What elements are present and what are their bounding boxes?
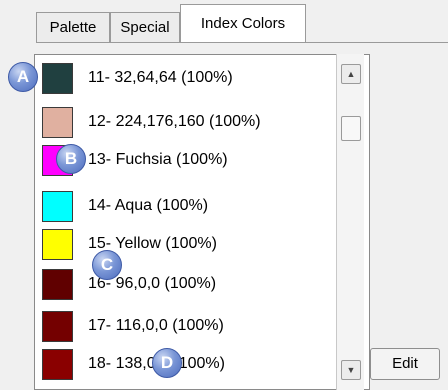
arrow-up-icon: ▲	[346, 69, 356, 79]
color-swatch	[42, 349, 73, 380]
tab-divider	[36, 42, 448, 43]
scroll-thumb[interactable]	[341, 116, 361, 141]
list-item[interactable]: 16- 96,0,0 (100%)	[40, 269, 340, 303]
edit-button[interactable]: Edit	[370, 348, 440, 380]
color-swatch	[42, 191, 73, 222]
color-swatch	[42, 269, 73, 300]
list-item-label: 11- 32,64,64 (100%)	[88, 69, 233, 86]
annotation-marker-a: A	[8, 62, 38, 92]
list-item-label: 17- 116,0,0 (100%)	[88, 317, 224, 334]
annotation-marker-b: B	[56, 144, 86, 174]
color-swatch	[42, 311, 73, 342]
list-item-label: 12- 224,176,160 (100%)	[88, 113, 261, 130]
list-item-label: 13- Fuchsia (100%)	[88, 151, 228, 168]
list-item-label: 14- Aqua (100%)	[88, 197, 209, 214]
annotation-marker-d: D	[152, 348, 182, 378]
list-item[interactable]: 12- 224,176,160 (100%)	[40, 107, 340, 141]
list-item[interactable]: 18- 138,0,0 (100%)	[40, 349, 340, 383]
color-swatch	[42, 63, 73, 94]
list-item[interactable]: 11- 32,64,64 (100%)	[40, 63, 340, 97]
index-color-list[interactable]: 11- 32,64,64 (100%) 12- 224,176,160 (100…	[34, 54, 370, 390]
list-item[interactable]: 17- 116,0,0 (100%)	[40, 311, 340, 345]
tab-palette[interactable]: Palette	[36, 12, 110, 42]
tab-special[interactable]: Special	[110, 12, 180, 42]
list-item[interactable]: 14- Aqua (100%)	[40, 191, 340, 225]
tab-strip: Palette Special Index Colors	[36, 0, 448, 45]
color-swatch	[42, 229, 73, 260]
tab-index-colors[interactable]: Index Colors	[180, 4, 306, 42]
color-swatch	[42, 107, 73, 138]
annotation-marker-c: C	[92, 250, 122, 280]
arrow-down-icon: ▼	[346, 365, 356, 375]
list-scrollbar[interactable]: ▲ ▼	[336, 54, 364, 390]
list-item[interactable]: 15- Yellow (100%)	[40, 229, 340, 263]
scroll-down-button[interactable]: ▼	[341, 360, 361, 380]
scroll-up-button[interactable]: ▲	[341, 64, 361, 84]
